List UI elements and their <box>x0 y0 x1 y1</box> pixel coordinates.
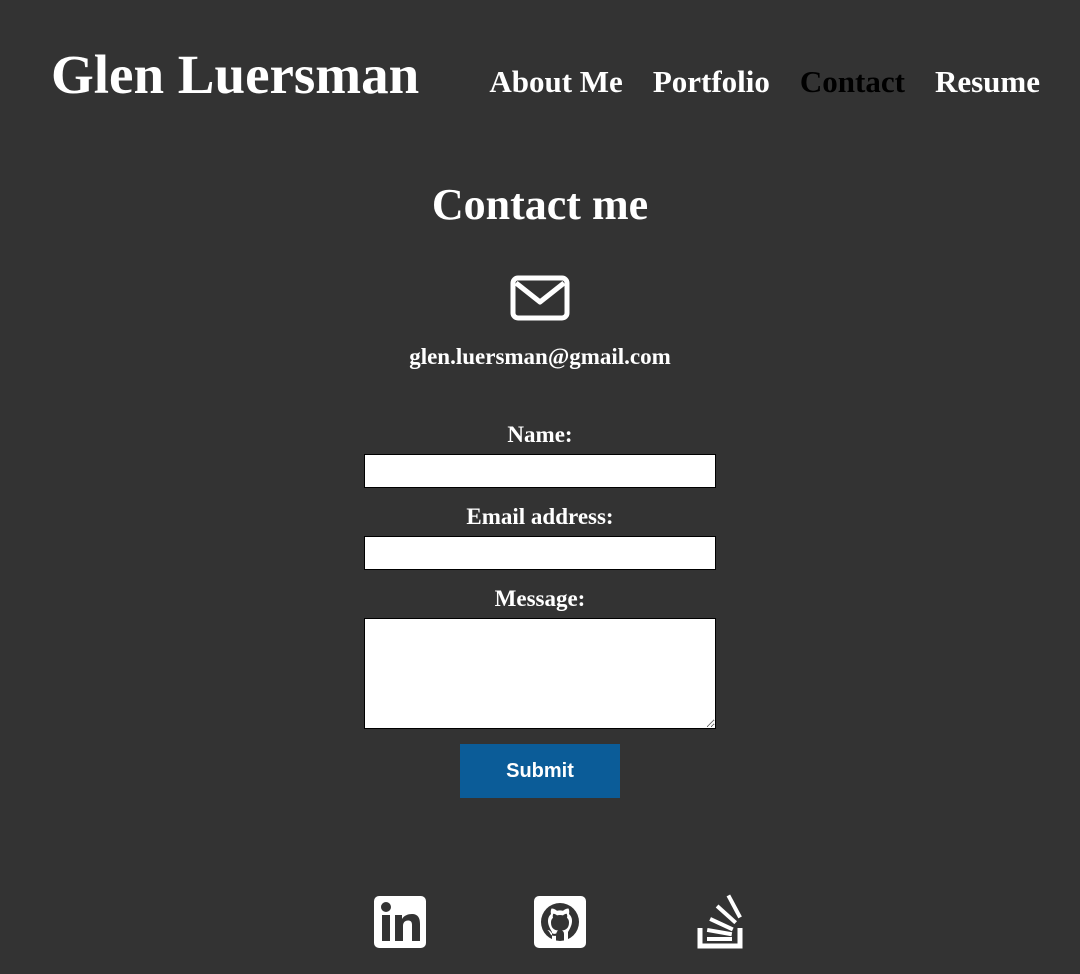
nav-contact[interactable]: Contact <box>800 62 905 102</box>
github-icon <box>534 896 586 948</box>
submit-button[interactable]: Submit <box>460 744 620 798</box>
github-link[interactable] <box>532 894 588 950</box>
email-address: glen.luersman@gmail.com <box>409 344 671 369</box>
name-label: Name: <box>507 422 573 447</box>
contact-heading: Contact me <box>431 180 649 229</box>
envelope-icon <box>510 275 570 321</box>
linkedin-link[interactable] <box>372 894 428 950</box>
email-label: Email address: <box>466 504 614 529</box>
nav-about-me[interactable]: About Me <box>489 62 622 102</box>
linkedin-icon <box>374 896 426 948</box>
name-field[interactable] <box>364 454 716 488</box>
nav-resume[interactable]: Resume <box>935 62 1040 102</box>
site-title: Glen Luersman <box>51 44 420 105</box>
stackoverflow-link[interactable] <box>692 894 748 950</box>
stackoverflow-icon <box>697 894 743 949</box>
main-nav: About Me Portfolio Contact Resume <box>489 62 1040 102</box>
email-field[interactable] <box>364 536 716 570</box>
message-label: Message: <box>494 586 586 611</box>
message-field[interactable] <box>364 618 716 729</box>
nav-portfolio[interactable]: Portfolio <box>653 62 770 102</box>
